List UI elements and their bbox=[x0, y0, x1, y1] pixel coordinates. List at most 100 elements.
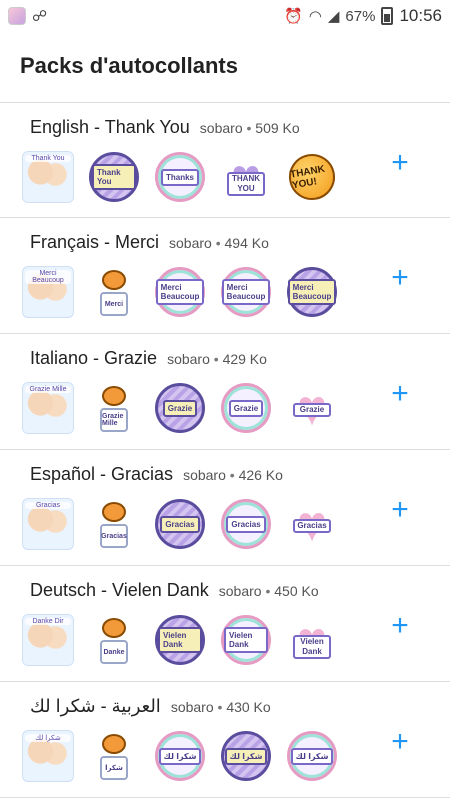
sticker-thumbnail: شكرا bbox=[88, 730, 140, 782]
sticker-thumbnail: Merci Beaucoup bbox=[154, 266, 206, 318]
sticker-thumbnail: Gracias bbox=[88, 498, 140, 550]
sticker-pack-row[interactable]: Español - Gracias sobaro • 426 Ko Gracias G… bbox=[0, 450, 450, 566]
sticker-thumbnail: شكرا لك bbox=[22, 730, 74, 782]
sticker-caption: Gracias bbox=[160, 515, 200, 533]
pack-header: Français - Merci sobaro • 494 Ko bbox=[30, 232, 269, 253]
sticker-thumbnail: ♥Grazie bbox=[286, 382, 338, 434]
cat-jar-sticker-image: Danke bbox=[92, 614, 136, 666]
pack-header: Italiano - Grazie sobaro • 429 Ko bbox=[30, 348, 267, 369]
sticker-caption: شكرا لك bbox=[290, 747, 334, 765]
sticker-pack-row[interactable]: English - Thank You sobaro • 509 Ko Thank … bbox=[0, 102, 450, 218]
cat-head-shape bbox=[102, 270, 126, 290]
heart-sticker-image: ♥Grazie bbox=[287, 383, 337, 433]
couple-sticker-image: Gracias bbox=[22, 498, 74, 550]
sticker-caption: Merci bbox=[100, 292, 128, 316]
page-title: Packs d'autocollants bbox=[20, 53, 238, 78]
add-pack-button[interactable]: + bbox=[386, 727, 414, 757]
heart-sticker-image: ♥Vielen Dank bbox=[287, 615, 337, 665]
meta-separator: • bbox=[265, 583, 271, 599]
pack-size: 426 Ko bbox=[238, 467, 283, 483]
sticker-caption: Grazie bbox=[228, 399, 264, 417]
pack-header: Deutsch - Vielen Dank sobaro • 450 Ko bbox=[30, 580, 319, 601]
sticker-caption: Grazie bbox=[162, 399, 198, 417]
badge-sticker-image: Gracias bbox=[155, 499, 205, 549]
pack-name: Español - Gracias bbox=[30, 464, 174, 484]
pack-name: العربية - شكرا لك bbox=[30, 696, 161, 716]
sticker-thumbnail: Grazie Mille bbox=[88, 382, 140, 434]
sticker-thumbnail: Grazie Mille bbox=[22, 382, 74, 434]
sticker-caption: Grazie Mille bbox=[100, 408, 128, 432]
sticker-caption: Gracias bbox=[25, 502, 71, 509]
status-left: ☍ bbox=[8, 7, 47, 25]
cat-jar-sticker-image: Grazie Mille bbox=[92, 382, 136, 434]
sticker-preview-strip: شكرا لك شكرا شكرا لك شكرا لك شكرا لك bbox=[22, 730, 338, 782]
badge-sticker-image: Vielen Dank bbox=[155, 615, 205, 665]
sticker-pack-list: English - Thank You sobaro • 509 Ko Thank … bbox=[0, 102, 450, 798]
sticker-pack-row[interactable]: Italiano - Grazie sobaro • 429 Ko Grazie M… bbox=[0, 334, 450, 450]
pack-size: 430 Ko bbox=[226, 699, 271, 715]
badge-sticker-image: Grazie bbox=[155, 383, 205, 433]
pack-header: العربية - شكرا لك sobaro • 430 Ko bbox=[30, 696, 271, 717]
sticker-caption: Vielen Dank bbox=[158, 627, 202, 653]
badge-sticker-image: شكرا لك bbox=[287, 731, 337, 781]
pack-size: 509 Ko bbox=[255, 120, 300, 136]
badge-sticker-image: شكرا لك bbox=[221, 731, 271, 781]
add-pack-button[interactable]: + bbox=[386, 263, 414, 293]
wifi-icon: ◠ bbox=[308, 8, 322, 25]
badge-sticker-image: Merci Beaucoup bbox=[221, 267, 271, 317]
pack-meta: sobaro • 426 Ko bbox=[183, 467, 283, 483]
sticker-thumbnail: ♥THANK YOU bbox=[220, 151, 272, 203]
meta-separator: • bbox=[215, 235, 221, 251]
pack-author: sobaro bbox=[169, 235, 212, 251]
sticker-caption: Thank You bbox=[92, 164, 136, 190]
cat-head-shape bbox=[102, 618, 126, 638]
sticker-thumbnail: ♥Vielen Dank bbox=[286, 614, 338, 666]
sticker-pack-row[interactable]: Français - Merci sobaro • 494 Ko Merci Bea… bbox=[0, 218, 450, 334]
badge-sticker-image: Vielen Dank bbox=[221, 615, 271, 665]
sticker-thumbnail: Grazie bbox=[220, 382, 272, 434]
link-icon: ☍ bbox=[32, 8, 48, 25]
speech-bubble-sticker-image: THANK YOU! bbox=[285, 150, 339, 204]
pack-author: sobaro bbox=[167, 351, 210, 367]
status-clock: 10:56 bbox=[399, 6, 442, 25]
add-pack-button[interactable]: + bbox=[386, 148, 414, 178]
add-pack-button[interactable]: + bbox=[386, 379, 414, 409]
sticker-caption: Gracias bbox=[226, 515, 266, 533]
sticker-pack-row[interactable]: Deutsch - Vielen Dank sobaro • 450 Ko Dank… bbox=[0, 566, 450, 682]
pack-name: English - Thank You bbox=[30, 117, 190, 137]
battery-percent: 67% bbox=[345, 7, 376, 25]
badge-sticker-image: Thank You bbox=[89, 152, 139, 202]
couple-sticker-image: Danke Dir bbox=[22, 614, 74, 666]
add-pack-button[interactable]: + bbox=[386, 495, 414, 525]
pack-meta: sobaro • 494 Ko bbox=[169, 235, 269, 251]
sticker-caption: شكرا لك bbox=[158, 747, 202, 765]
battery-charging-icon bbox=[381, 7, 394, 25]
pack-size: 450 Ko bbox=[274, 583, 319, 599]
pack-meta: sobaro • 430 Ko bbox=[171, 699, 271, 715]
cat-jar-sticker-image: Merci bbox=[92, 266, 136, 318]
badge-sticker-image: Grazie bbox=[221, 383, 271, 433]
sticker-caption: Gracias bbox=[100, 524, 128, 548]
meta-separator: • bbox=[213, 351, 219, 367]
sticker-thumbnail: شكرا لك bbox=[154, 730, 206, 782]
cat-head-shape bbox=[102, 734, 126, 754]
sticker-preview-strip: Danke Dir Danke Vielen Dank Vielen Dank ♥Vie… bbox=[22, 614, 338, 666]
alarm-icon: ⏰ bbox=[284, 8, 303, 25]
sticker-caption: Merci Beaucoup bbox=[25, 270, 71, 284]
sticker-pack-row[interactable]: العربية - شكرا لك sobaro • 430 Ko شكرا لك ش… bbox=[0, 682, 450, 798]
sticker-preview-strip: GraciasGraciasGraciasGracias♥Gracias bbox=[22, 498, 338, 550]
sticker-caption: Thank You bbox=[25, 155, 71, 162]
sticker-thumbnail: Gracias bbox=[22, 498, 74, 550]
pack-header: English - Thank You sobaro • 509 Ko bbox=[30, 117, 300, 138]
cat-head-shape bbox=[102, 386, 126, 406]
sticker-caption: Thanks bbox=[160, 168, 199, 186]
pack-name: Français - Merci bbox=[30, 232, 160, 252]
cat-jar-sticker-image: Gracias bbox=[92, 498, 136, 550]
sticker-thumbnail: Gracias bbox=[220, 498, 272, 550]
sticker-caption: Danke Dir bbox=[25, 618, 71, 625]
add-pack-button[interactable]: + bbox=[386, 611, 414, 641]
couple-sticker-image: شكرا لك bbox=[22, 730, 74, 782]
sticker-thumbnail: Grazie bbox=[154, 382, 206, 434]
pack-meta: sobaro • 509 Ko bbox=[200, 120, 300, 136]
sticker-preview-strip: Merci Beaucoup Merci Merci Beaucoup Merci B… bbox=[22, 266, 338, 318]
